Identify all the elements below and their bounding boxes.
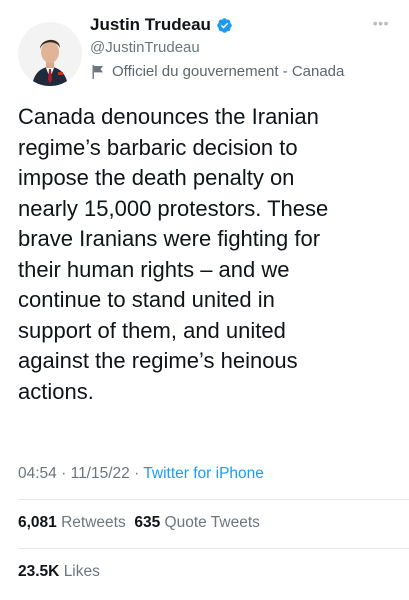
meta-separator: · xyxy=(134,465,140,482)
flag-icon xyxy=(92,65,103,79)
author-handle[interactable]: @JustinTrudeau xyxy=(90,37,391,59)
engagement-stats: 6,081 Retweets 635 Quote Tweets xyxy=(18,512,260,534)
quotes-stat[interactable]: 635 Quote Tweets xyxy=(134,514,260,531)
tweet-header: Justin Trudeau ••• @JustinTrudeau Offici… xyxy=(18,13,391,93)
name-row: Justin Trudeau xyxy=(90,13,391,37)
likes-stat[interactable]: 23.5K Likes xyxy=(18,561,100,583)
likes-count: 23.5K xyxy=(18,563,60,580)
likes-label: Likes xyxy=(63,563,100,580)
tweet-text: Canada denounces the Iranian regime’s ba… xyxy=(18,104,329,404)
retweets-label: Retweets xyxy=(61,514,126,531)
tweet-card: Justin Trudeau ••• @JustinTrudeau Offici… xyxy=(0,0,409,600)
quotes-label: Quote Tweets xyxy=(164,514,260,531)
avatar[interactable] xyxy=(18,22,82,86)
divider xyxy=(18,499,409,500)
tweet-source-link[interactable]: Twitter for iPhone xyxy=(143,465,264,482)
quotes-count: 635 xyxy=(134,514,161,531)
author-info: Justin Trudeau ••• @JustinTrudeau Offici… xyxy=(90,13,391,83)
meta-separator: · xyxy=(61,465,67,482)
tweet-date[interactable]: 11/15/22 xyxy=(71,465,130,482)
gov-label-text: Officiel du gouvernement - Canada xyxy=(112,63,345,80)
divider xyxy=(18,548,409,549)
retweets-stat[interactable]: 6,081 Retweets xyxy=(18,514,126,531)
government-label: Officiel du gouvernement - Canada xyxy=(90,61,391,83)
tweet-time[interactable]: 04:54 xyxy=(18,465,57,482)
person-portrait-icon xyxy=(18,22,82,86)
verified-badge-icon xyxy=(217,17,232,33)
tweet-meta: 04:54 · 11/15/22 · Twitter for iPhone xyxy=(18,463,264,485)
more-options-icon[interactable]: ••• xyxy=(369,16,389,30)
retweets-count: 6,081 xyxy=(18,514,57,531)
display-name[interactable]: Justin Trudeau xyxy=(90,13,211,37)
